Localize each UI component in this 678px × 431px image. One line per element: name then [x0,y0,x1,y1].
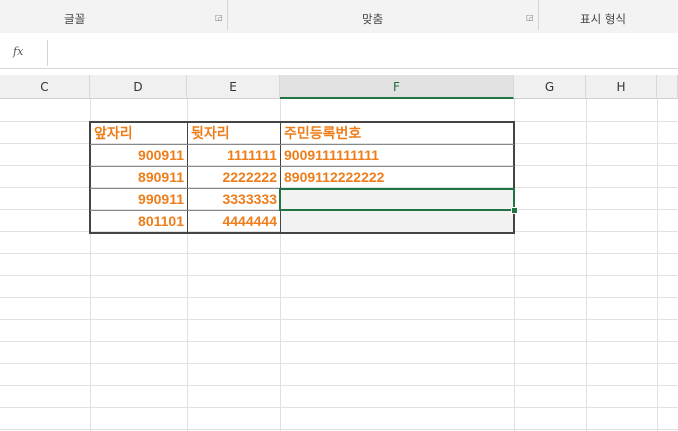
table-border [89,121,91,234]
header-cell-back[interactable]: 뒷자리 [188,122,280,144]
alignment-dialog-launcher-icon[interactable]: ◲ [526,14,534,22]
column-header-h[interactable]: H [586,75,657,99]
grid-row-line [0,363,678,364]
fill-handle[interactable] [511,207,518,214]
column-header-f[interactable]: F [280,75,514,99]
ribbon-separator [227,0,228,30]
table-cell[interactable]: 990911 [91,188,187,210]
grid-row-line [0,407,678,408]
header-cell-resident-number[interactable]: 주민등록번호 [281,122,513,144]
ribbon-group-number-format-label[interactable]: 표시 형식 [580,11,626,27]
grid-row-line [0,429,678,430]
header-cell-front[interactable]: 앞자리 [91,122,187,144]
column-header-g[interactable]: G [514,75,586,99]
grid-row-line [0,253,678,254]
font-dialog-launcher-icon[interactable]: ◲ [215,14,223,22]
grid-row-line [0,297,678,298]
table-cell[interactable]: 801101 [91,210,187,232]
grid-col-line [586,99,587,431]
column-header-next[interactable] [657,75,678,99]
table-cell[interactable]: 9009111111111 [281,144,513,166]
column-header-d[interactable]: D [90,75,187,99]
table-border [89,232,515,234]
table-border [280,122,281,233]
ribbon-group-font-label[interactable]: 글꼴 [64,11,85,27]
column-header-c[interactable]: C [0,75,90,99]
table-border [187,122,188,233]
table-cell[interactable] [281,210,513,232]
table-border [90,166,514,167]
column-header-e[interactable]: E [187,75,280,99]
grid-row-line [0,319,678,320]
formula-bar-separator [47,40,48,66]
grid-row-line [0,385,678,386]
grid-row-line [0,275,678,276]
grid-col-line [657,99,658,431]
table-cell[interactable]: 4444444 [188,210,280,232]
table-cell[interactable]: 1111111 [188,144,280,166]
table-cell[interactable]: 8909112222222 [281,166,513,188]
table-border [89,121,515,123]
table-cell[interactable]: 3333333 [188,188,280,210]
insert-function-icon[interactable]: fx [13,45,41,58]
formula-input[interactable] [50,41,678,65]
active-cell-selection [279,188,515,211]
ribbon-group-alignment-label[interactable]: 맞춤 [362,11,383,27]
grid-row-line [0,341,678,342]
table-border [513,121,515,234]
ribbon: 글꼴 ◲ 맞춤 ◲ 표시 형식 [0,0,678,34]
table-cell[interactable]: 2222222 [188,166,280,188]
table-cell[interactable]: 890911 [91,166,187,188]
table-border [90,144,514,145]
ribbon-separator [538,0,539,30]
table-cell[interactable]: 900911 [91,144,187,166]
